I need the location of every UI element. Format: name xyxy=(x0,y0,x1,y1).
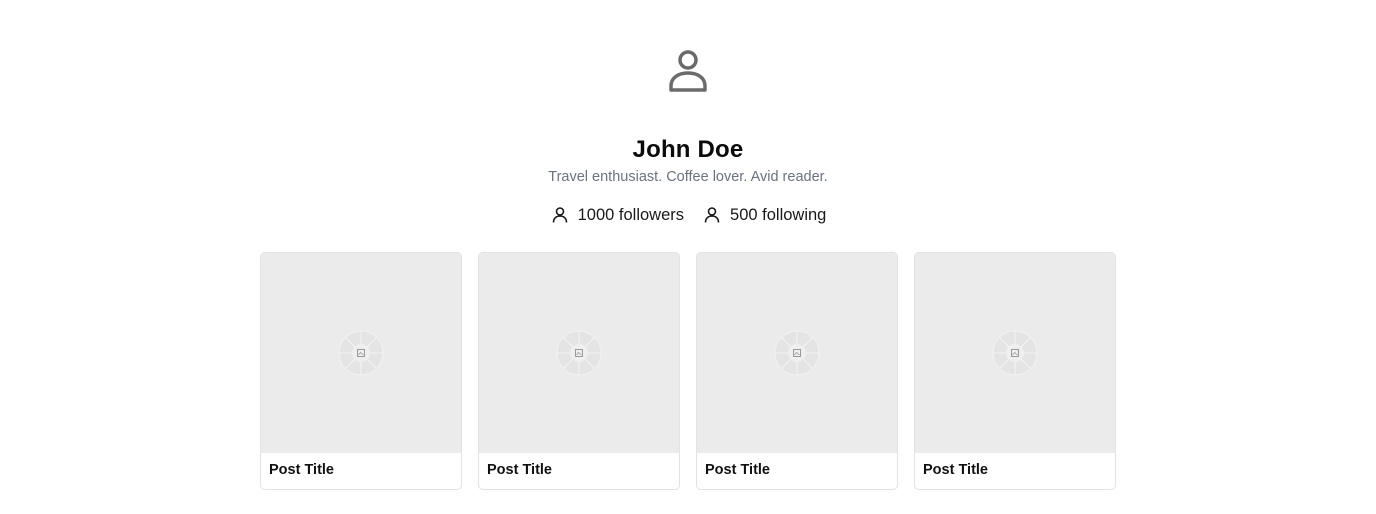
profile-stats: 1000 followers 500 following xyxy=(0,205,1376,225)
post-card[interactable]: Post Title xyxy=(260,252,462,490)
user-icon xyxy=(702,205,722,225)
followers-count: 1000 followers xyxy=(577,205,685,224)
post-title: Post Title xyxy=(269,462,334,478)
post-thumbnail xyxy=(261,253,461,453)
image-placeholder-icon xyxy=(774,330,820,376)
profile-bio: Travel enthusiast. Coffee lover. Avid re… xyxy=(548,169,828,185)
user-icon xyxy=(669,50,707,92)
post-title: Post Title xyxy=(487,462,552,478)
posts-grid: Post Title Post Title Post Title Post Ti… xyxy=(260,252,1116,490)
following-count: 500 following xyxy=(730,205,827,224)
profile-name: John Doe xyxy=(632,136,744,163)
post-thumbnail xyxy=(697,253,897,453)
post-thumbnail xyxy=(915,253,1115,453)
following-stat[interactable]: 500 following xyxy=(702,205,826,225)
followers-stat[interactable]: 1000 followers xyxy=(550,205,684,225)
post-thumbnail xyxy=(479,253,679,453)
image-placeholder-icon xyxy=(992,330,1038,376)
post-title: Post Title xyxy=(923,462,988,478)
post-card[interactable]: Post Title xyxy=(478,252,680,490)
image-placeholder-icon xyxy=(556,330,602,376)
user-icon xyxy=(550,205,570,225)
post-card[interactable]: Post Title xyxy=(696,252,898,490)
image-placeholder-icon xyxy=(338,330,384,376)
profile-page: John Doe Travel enthusiast. Coffee lover… xyxy=(0,0,1376,514)
post-card[interactable]: Post Title xyxy=(914,252,1116,490)
avatar[interactable] xyxy=(666,48,710,96)
post-title: Post Title xyxy=(705,462,770,478)
